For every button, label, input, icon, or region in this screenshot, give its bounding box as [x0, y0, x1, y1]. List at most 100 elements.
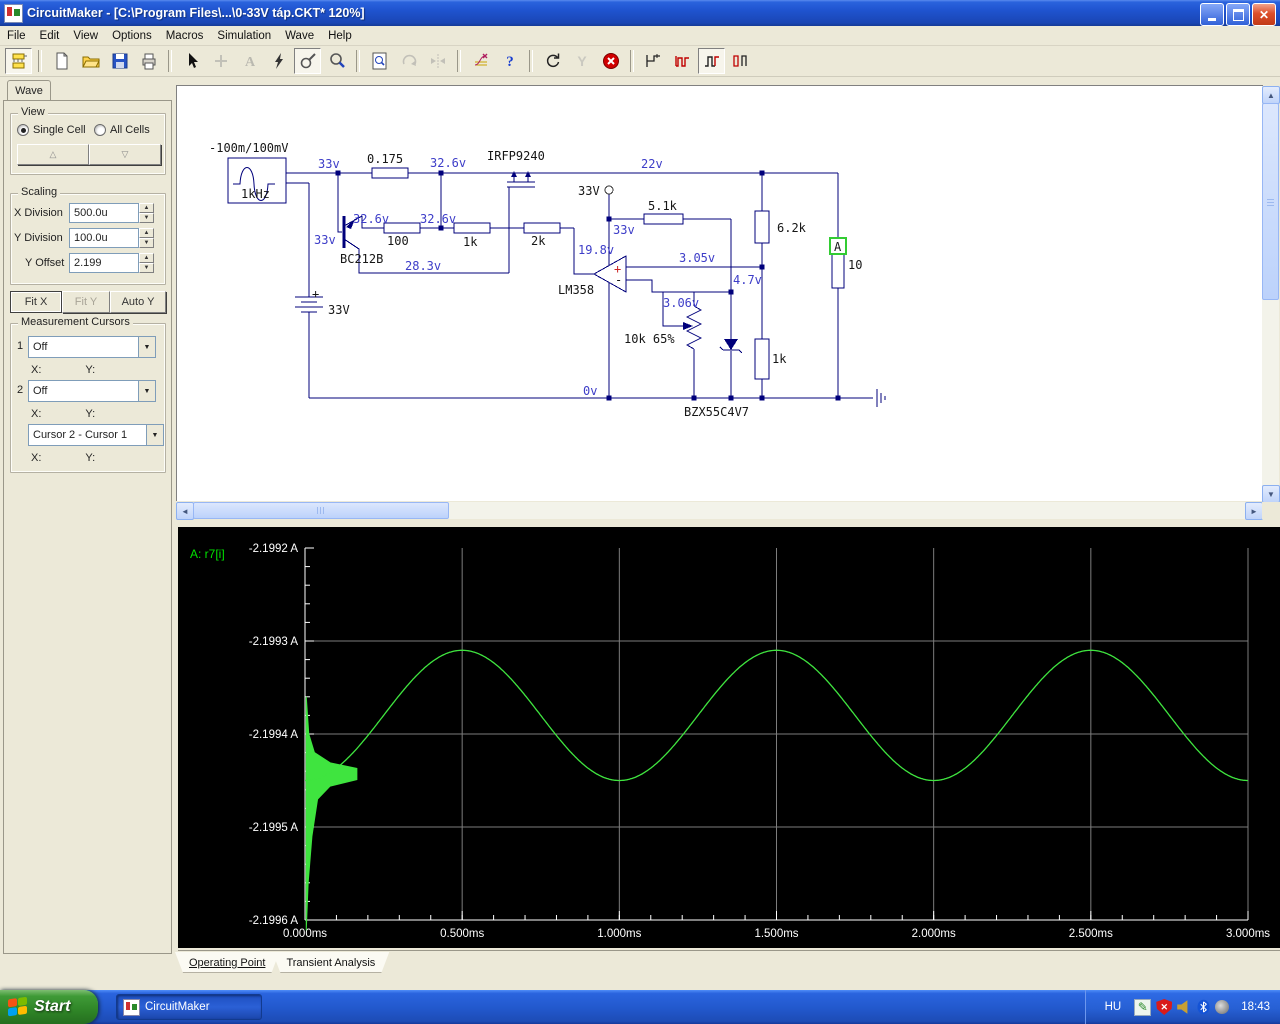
help-button[interactable]: ? [496, 48, 523, 74]
open-button[interactable] [77, 48, 104, 74]
x-axis-tick-label: 0.000ms [283, 928, 327, 940]
print-button[interactable] [135, 48, 162, 74]
system-tray: HU ✎ ✕ 18:43 [1085, 990, 1280, 1024]
bluetooth-icon[interactable] [1197, 999, 1210, 1015]
wire-options-button[interactable] [467, 48, 494, 74]
cursor2-select[interactable]: Off▼ [28, 380, 156, 402]
scroll-up-icon: ▲ [1262, 86, 1280, 104]
arrow-tool-button[interactable] [178, 48, 205, 74]
tab-wave[interactable]: Wave [7, 80, 51, 101]
security-alert-icon[interactable]: ✕ [1156, 999, 1172, 1015]
x-division-label: X Division [14, 207, 63, 219]
zoom-tool-button[interactable] [323, 48, 350, 74]
menu-simulation[interactable]: Simulation [210, 28, 278, 44]
analog-scope-button[interactable] [698, 48, 725, 74]
trace-label: A: r7[i] [190, 547, 225, 561]
title-bar[interactable]: CircuitMaker - [C:\Program Files\...\0-3… [0, 0, 1280, 26]
schematic-vscrollbar[interactable]: ▲ ▼ [1262, 86, 1279, 502]
zoom-page-icon [370, 51, 390, 71]
menu-edit[interactable]: Edit [33, 28, 67, 44]
schematic-label: 100 [387, 234, 409, 248]
volume-icon[interactable] [1177, 1000, 1192, 1014]
tab-transient-analysis[interactable]: Transient Analysis [272, 952, 389, 973]
y-axis-tick-label: -2.1995 A [249, 822, 299, 834]
print-icon [139, 51, 159, 71]
minimize-button[interactable] [1200, 3, 1224, 26]
y-division-spinner[interactable]: ▲▼ [139, 228, 154, 248]
delete-tool-button[interactable] [265, 48, 292, 74]
probe-tool-button[interactable] [294, 48, 321, 74]
text-tool-button[interactable]: A [236, 48, 263, 74]
wrench-icon: Y [572, 51, 592, 71]
fit-y-button[interactable]: Fit Y [62, 291, 110, 313]
schematic-label: 3.06v [663, 296, 699, 310]
menu-wave[interactable]: Wave [278, 28, 321, 44]
menu-view[interactable]: View [66, 28, 105, 44]
cursor1-select[interactable]: Off▼ [28, 336, 156, 358]
restore-button[interactable] [1226, 3, 1250, 26]
y-offset-spinner[interactable]: ▲▼ [139, 253, 154, 273]
save-icon [110, 51, 130, 71]
new-document-icon [52, 51, 72, 71]
view-group: View Single Cell All Cells △ ▽ [10, 113, 166, 175]
menu-macros[interactable]: Macros [159, 28, 211, 44]
wave-up-button[interactable]: △ [17, 144, 89, 165]
single-cell-radio[interactable]: Single Cell [17, 124, 86, 136]
y-division-input[interactable]: 100.0u [69, 228, 139, 248]
stop-button[interactable] [597, 48, 624, 74]
all-cells-radio[interactable]: All Cells [94, 124, 150, 136]
x-division-input[interactable]: 500.0u [69, 203, 139, 223]
tools-button[interactable]: Y [568, 48, 595, 74]
menu-help[interactable]: Help [321, 28, 359, 44]
scope-probe-button[interactable] [640, 48, 667, 74]
taskbar-clock[interactable]: 18:43 [1241, 1001, 1270, 1013]
y-offset-label: Y Offset [25, 257, 64, 269]
rotate-button[interactable] [395, 48, 422, 74]
y-axis-tick-label: -2.1994 A [249, 729, 299, 741]
wave-panel: Wave View Single Cell All Cells △ ▽ Scal… [1, 79, 174, 976]
reset-arrow-icon [543, 51, 563, 71]
start-button[interactable]: Start [0, 990, 98, 1024]
mirror-button[interactable] [424, 48, 451, 74]
taskbar-task-circuitmaker[interactable]: CircuitMaker [116, 994, 262, 1020]
digital-scope-button[interactable] [669, 48, 696, 74]
schematic-label: -100m/100mV [209, 141, 288, 155]
tablet-pen-icon[interactable]: ✎ [1134, 999, 1151, 1016]
parts-browser-button[interactable] [5, 48, 32, 74]
menu-options[interactable]: Options [105, 28, 159, 44]
schematic-label: - [615, 273, 622, 287]
x-axis-tick-label: 2.000ms [912, 928, 956, 940]
language-indicator[interactable]: HU [1098, 998, 1129, 1016]
reset-button[interactable] [539, 48, 566, 74]
parts-bin-icon [9, 51, 29, 71]
close-button[interactable]: ✕ [1252, 3, 1276, 26]
schematic-hscrollbar[interactable]: ◄ ► [176, 502, 1262, 519]
zoom-select-button[interactable] [366, 48, 393, 74]
fit-x-button[interactable]: Fit X [10, 291, 62, 313]
schematic-label: 0v [583, 384, 597, 398]
new-button[interactable] [48, 48, 75, 74]
tab-operating-point[interactable]: Operating Point [175, 952, 279, 973]
save-button[interactable] [106, 48, 133, 74]
scroll-right-icon: ► [1245, 502, 1263, 520]
y-offset-input[interactable]: 2.199 [69, 253, 139, 273]
scrollbar-corner [1262, 502, 1280, 519]
scope-square-icon [673, 51, 693, 71]
x-division-spinner[interactable]: ▲▼ [139, 203, 154, 223]
cursor-diff-select[interactable]: Cursor 2 - Cursor 1▼ [28, 424, 164, 446]
hscroll-thumb [193, 502, 449, 519]
menu-file[interactable]: File [0, 28, 33, 44]
plus-icon [211, 51, 231, 71]
schematic-label: 6.2k [777, 221, 807, 235]
audio-device-icon[interactable] [1215, 1000, 1229, 1014]
waveform-panel[interactable]: -2.1992 A-2.1993 A-2.1994 A-2.1995 A-2.1… [178, 527, 1280, 948]
schematic-canvas[interactable]: -100m/100mV33v0.17532.6vIRFP924022v1kHz3… [176, 85, 1263, 501]
pulse-scope-button[interactable] [727, 48, 754, 74]
schematic-label: 32.6v [353, 212, 389, 226]
svg-text:?: ? [506, 54, 514, 70]
lightning-icon [269, 51, 289, 71]
wave-down-button[interactable]: ▽ [89, 144, 161, 165]
cursor-arrow-icon [182, 51, 202, 71]
auto-y-button[interactable]: Auto Y [110, 291, 166, 313]
wire-tool-button[interactable] [207, 48, 234, 74]
